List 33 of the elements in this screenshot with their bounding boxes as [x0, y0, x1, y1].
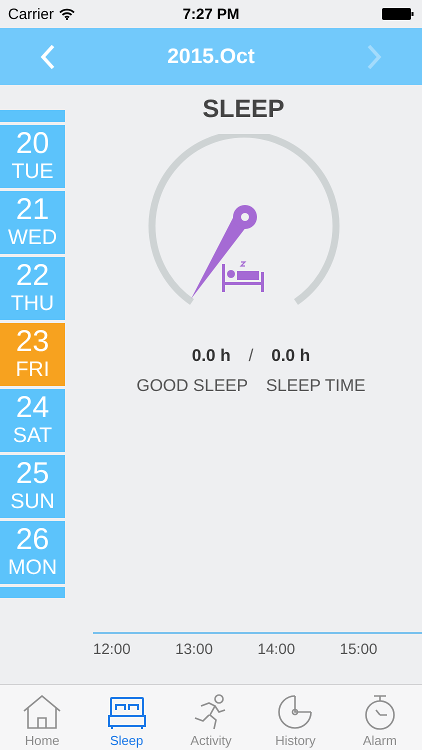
- time-tick: 12:00: [93, 641, 132, 658]
- month-title: 2015.Oct: [167, 44, 255, 68]
- day-cell[interactable]: 26 MON: [0, 521, 65, 584]
- day-cell[interactable]: 24 SAT: [0, 389, 65, 452]
- alarm-tab[interactable]: Alarm: [338, 685, 422, 750]
- time-tick: 13:00: [175, 641, 214, 658]
- day-cell[interactable]: 23 FRI: [0, 323, 65, 386]
- day-cell[interactable]: [0, 587, 65, 598]
- time-tick: 15:00: [340, 641, 378, 658]
- carrier-label: Carrier: [8, 6, 54, 22]
- time-tick: 14:00: [258, 641, 296, 658]
- house-icon: [22, 694, 62, 730]
- day-cell[interactable]: 20 TUE: [0, 125, 65, 188]
- day-cell[interactable]: 21 WED: [0, 191, 65, 254]
- day-cell[interactable]: [0, 110, 65, 122]
- day-cell[interactable]: 22 THU: [0, 257, 65, 320]
- back-icon[interactable]: [40, 44, 56, 70]
- dial-icon: [277, 694, 314, 730]
- good-sleep-label: GOOD SLEEP: [136, 376, 248, 396]
- wifi-icon: [58, 8, 75, 20]
- home-tab[interactable]: Home: [0, 685, 84, 750]
- battery-icon: [382, 8, 414, 20]
- sleep-tab[interactable]: Sleep: [84, 685, 169, 750]
- sleep-time-label: SLEEP TIME: [266, 376, 366, 396]
- good-sleep-value: 0.0 h: [192, 346, 231, 366]
- section-title: SLEEP: [202, 95, 284, 124]
- separator: /: [248, 346, 254, 366]
- status-time: 7:27 PM: [182, 6, 240, 22]
- day-cell[interactable]: 25 SUN: [0, 455, 65, 518]
- sleep-time-value: 0.0 h: [271, 346, 310, 366]
- bed-icon: [108, 696, 146, 730]
- activity-tab[interactable]: Activity: [168, 685, 254, 750]
- history-tab[interactable]: History: [253, 685, 338, 750]
